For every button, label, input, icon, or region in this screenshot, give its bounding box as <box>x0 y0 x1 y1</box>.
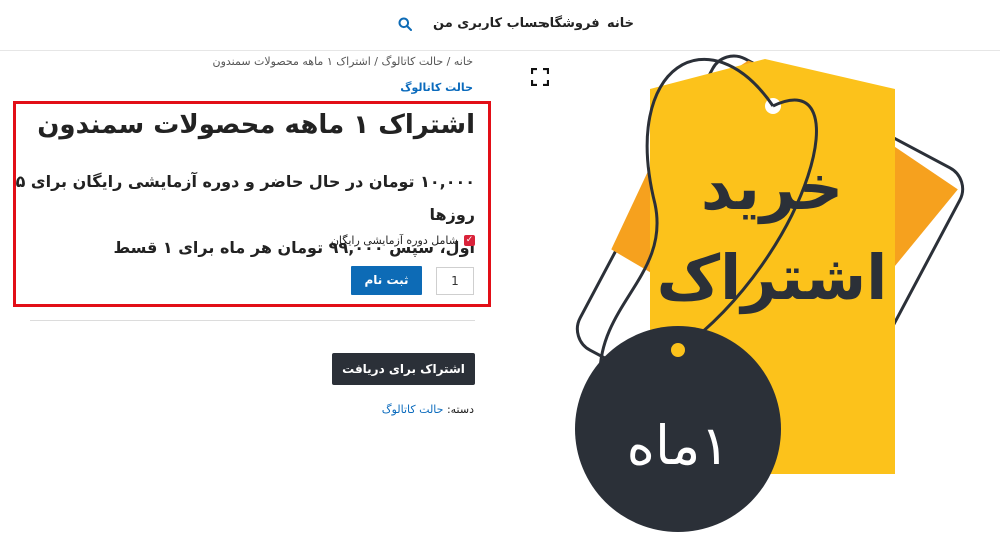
category-link[interactable]: حالت کاتالوگ <box>400 81 473 94</box>
signup-button[interactable]: ثبت نام <box>351 266 422 295</box>
product-title: اشتراک ۱ ماهه محصولات سمندون <box>37 110 475 140</box>
trial-option[interactable]: ✓ شامل دوره آزمایشی رایگان <box>331 234 475 247</box>
price-line-1: ۱۰,۰۰۰ تومان در حال حاضر و دوره آزمایشی … <box>15 172 475 224</box>
product-image: خرید اشتراک ۱ماه <box>575 54 965 532</box>
expand-icon[interactable] <box>531 68 549 86</box>
nav-home[interactable]: خانه <box>607 16 634 31</box>
circle-text: ۱ماه <box>627 414 730 477</box>
nav-account[interactable]: حساب کاربری من <box>433 16 547 31</box>
product-meta: دسته: حالت کاتالوگ <box>382 403 474 416</box>
trial-label: شامل دوره آزمایشی رایگان <box>330 234 458 247</box>
meta-label: دسته: <box>446 403 474 416</box>
search-icon[interactable] <box>398 17 412 31</box>
quantity-input[interactable]: 1 <box>436 267 474 295</box>
breadcrumb[interactable]: خانه / حالت کاتالوگ / اشتراک ۱ ماهه محصو… <box>212 55 473 68</box>
tag-text-line-2: اشتراک <box>657 241 888 314</box>
notify-subscribe-button[interactable]: اشتراک برای دریافت اعلان <box>332 353 475 408</box>
meta-category-link[interactable]: حالت کاتالوگ <box>382 403 444 416</box>
checkbox-checked-icon[interactable]: ✓ <box>464 235 475 246</box>
divider <box>30 320 475 321</box>
price-description: ۱۰,۰۰۰ تومان در حال حاضر و دوره آزمایشی … <box>5 165 475 264</box>
top-navigation: خانه فروشگاه حساب کاربری من <box>0 0 1000 51</box>
tag-text-line-1: خرید <box>701 151 843 224</box>
nav-shop[interactable]: فروشگاه <box>542 16 600 31</box>
